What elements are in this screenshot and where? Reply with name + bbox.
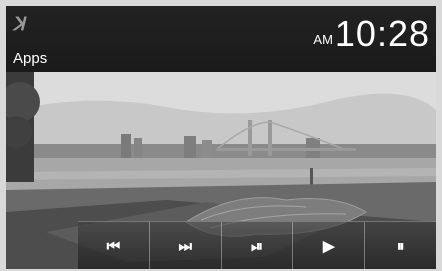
play-icon: ▶	[323, 238, 335, 255]
skip-forward-icon: ⏭	[178, 237, 192, 255]
play-pause-icon: ⏯	[250, 237, 263, 255]
pause-icon: ⏸	[396, 237, 405, 255]
next-track-button[interactable]: ⏭	[148, 222, 221, 269]
clock-ampm: AM	[313, 32, 333, 47]
page-title: Apps	[13, 50, 48, 67]
app-logo-icon: ꓘ	[13, 14, 25, 34]
playback-controls: ⏮ ⏭ ⏯ ▶ ⏸	[78, 221, 436, 269]
play-pause-button[interactable]: ⏯	[220, 222, 293, 269]
clock-time: 10:28	[334, 13, 430, 54]
skip-back-icon: ⏮	[106, 237, 121, 255]
play-button[interactable]: ▶	[292, 222, 364, 269]
header-bar: ꓘ Apps AM 10:28	[6, 6, 436, 72]
pause-button[interactable]: ⏸	[364, 222, 436, 269]
screen: ꓘ Apps AM 10:28 ⏮ ⏭ ⏯ ▶ ⏸	[6, 6, 436, 269]
previous-track-button[interactable]: ⏮	[78, 222, 149, 269]
clock: AM 10:28	[313, 16, 430, 52]
